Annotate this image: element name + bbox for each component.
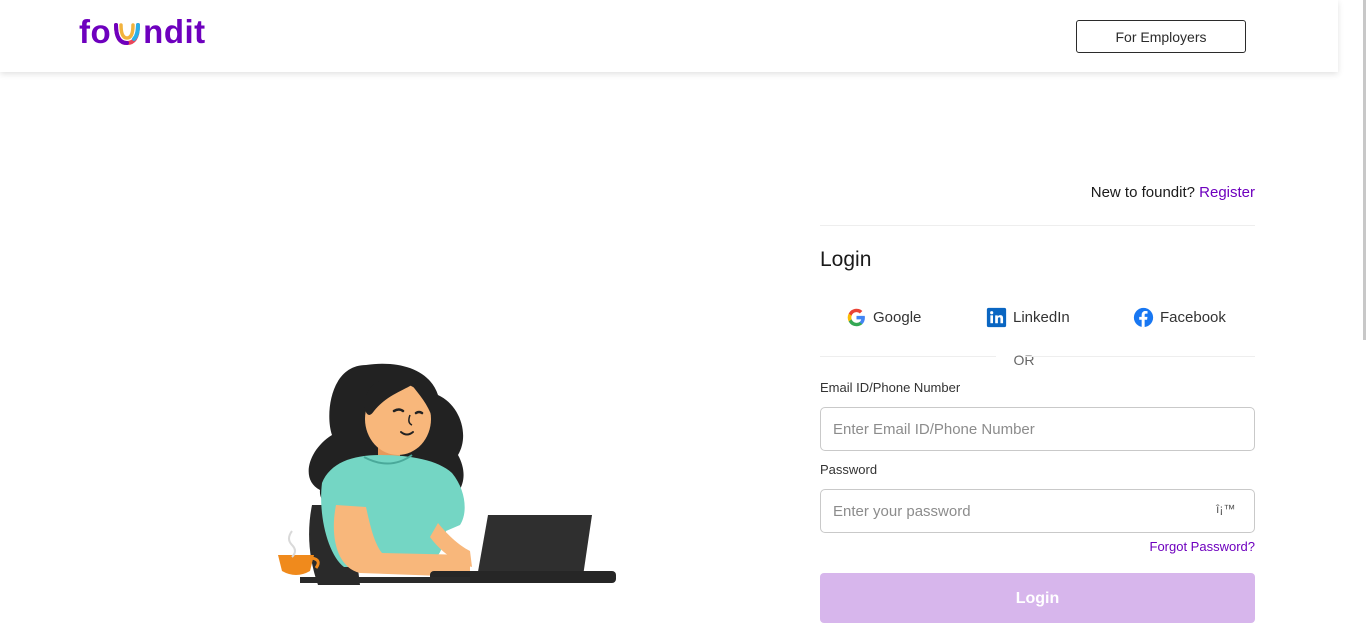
facebook-icon	[1133, 307, 1154, 327]
or-divider-left	[820, 356, 996, 357]
foundit-logo[interactable]: fo ndit	[79, 12, 206, 52]
linkedin-login-button[interactable]: LinkedIn	[986, 305, 1070, 329]
divider	[820, 225, 1255, 226]
google-icon	[847, 308, 865, 326]
new-user-text: New to foundit?	[1090, 184, 1195, 201]
or-separator: OR	[1013, 352, 1035, 368]
email-phone-input[interactable]	[820, 407, 1255, 451]
login-button[interactable]: Login	[820, 573, 1255, 623]
email-label: Email ID/Phone Number	[820, 380, 961, 395]
linkedin-label: LinkedIn	[1013, 308, 1070, 326]
woman-at-laptop-illustration	[278, 363, 616, 585]
linkedin-icon	[986, 307, 1007, 327]
google-login-button[interactable]: Google	[846, 305, 921, 329]
site-header: fo ndit For Employers	[0, 0, 1338, 72]
forgot-password-link[interactable]: Forgot Password?	[1100, 539, 1256, 554]
register-prompt: New to foundit? Register	[820, 184, 1255, 201]
or-divider-right	[1025, 356, 1255, 357]
google-label: Google	[873, 308, 922, 326]
logo-text-end: ndit	[143, 13, 206, 50]
logo-text-start: fo	[79, 13, 112, 50]
facebook-login-button[interactable]: Facebook	[1133, 305, 1226, 329]
facebook-label: Facebook	[1160, 308, 1226, 326]
for-employers-button[interactable]: For Employers	[1076, 20, 1246, 53]
logo-rainbow-u-icon	[114, 23, 141, 46]
login-heading: Login	[820, 248, 872, 271]
password-label: Password	[820, 462, 878, 477]
register-link[interactable]: Register	[1199, 184, 1255, 201]
password-input[interactable]	[820, 489, 1255, 533]
show-password-icon[interactable]: î¡™	[1216, 502, 1235, 516]
